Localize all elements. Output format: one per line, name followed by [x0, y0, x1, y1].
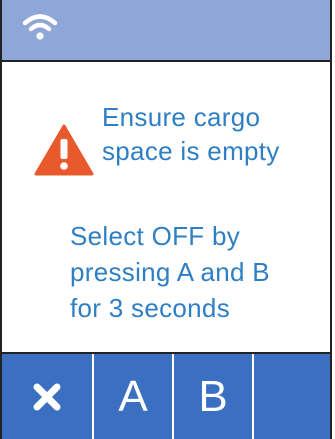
close-icon	[32, 382, 62, 412]
device-screen: Ensure cargo space is empty Select OFF b…	[0, 0, 332, 439]
warning-line-2: space is empty	[102, 136, 280, 166]
warning-icon	[34, 124, 94, 176]
wifi-icon	[22, 12, 58, 44]
instruction-line-2: pressing A and B	[70, 257, 270, 287]
status-bar	[2, 0, 330, 62]
a-button-label: A	[118, 371, 148, 421]
message-area: Ensure cargo space is empty Select OFF b…	[2, 62, 330, 352]
b-button[interactable]: B	[174, 354, 254, 439]
button-bar: A B	[2, 352, 330, 439]
a-button[interactable]: A	[94, 354, 174, 439]
warning-line-1: Ensure cargo	[102, 102, 261, 132]
warning-text: Ensure cargo space is empty	[102, 100, 332, 168]
close-button[interactable]	[2, 354, 94, 439]
instruction-text: Select OFF by pressing A and B for 3 sec…	[70, 218, 332, 326]
empty-button[interactable]	[254, 354, 330, 439]
instruction-line-1: Select OFF by	[70, 221, 241, 251]
instruction-line-3: for 3 seconds	[70, 293, 230, 323]
warning-message: Ensure cargo space is empty	[34, 100, 324, 180]
b-button-label: B	[198, 371, 228, 421]
